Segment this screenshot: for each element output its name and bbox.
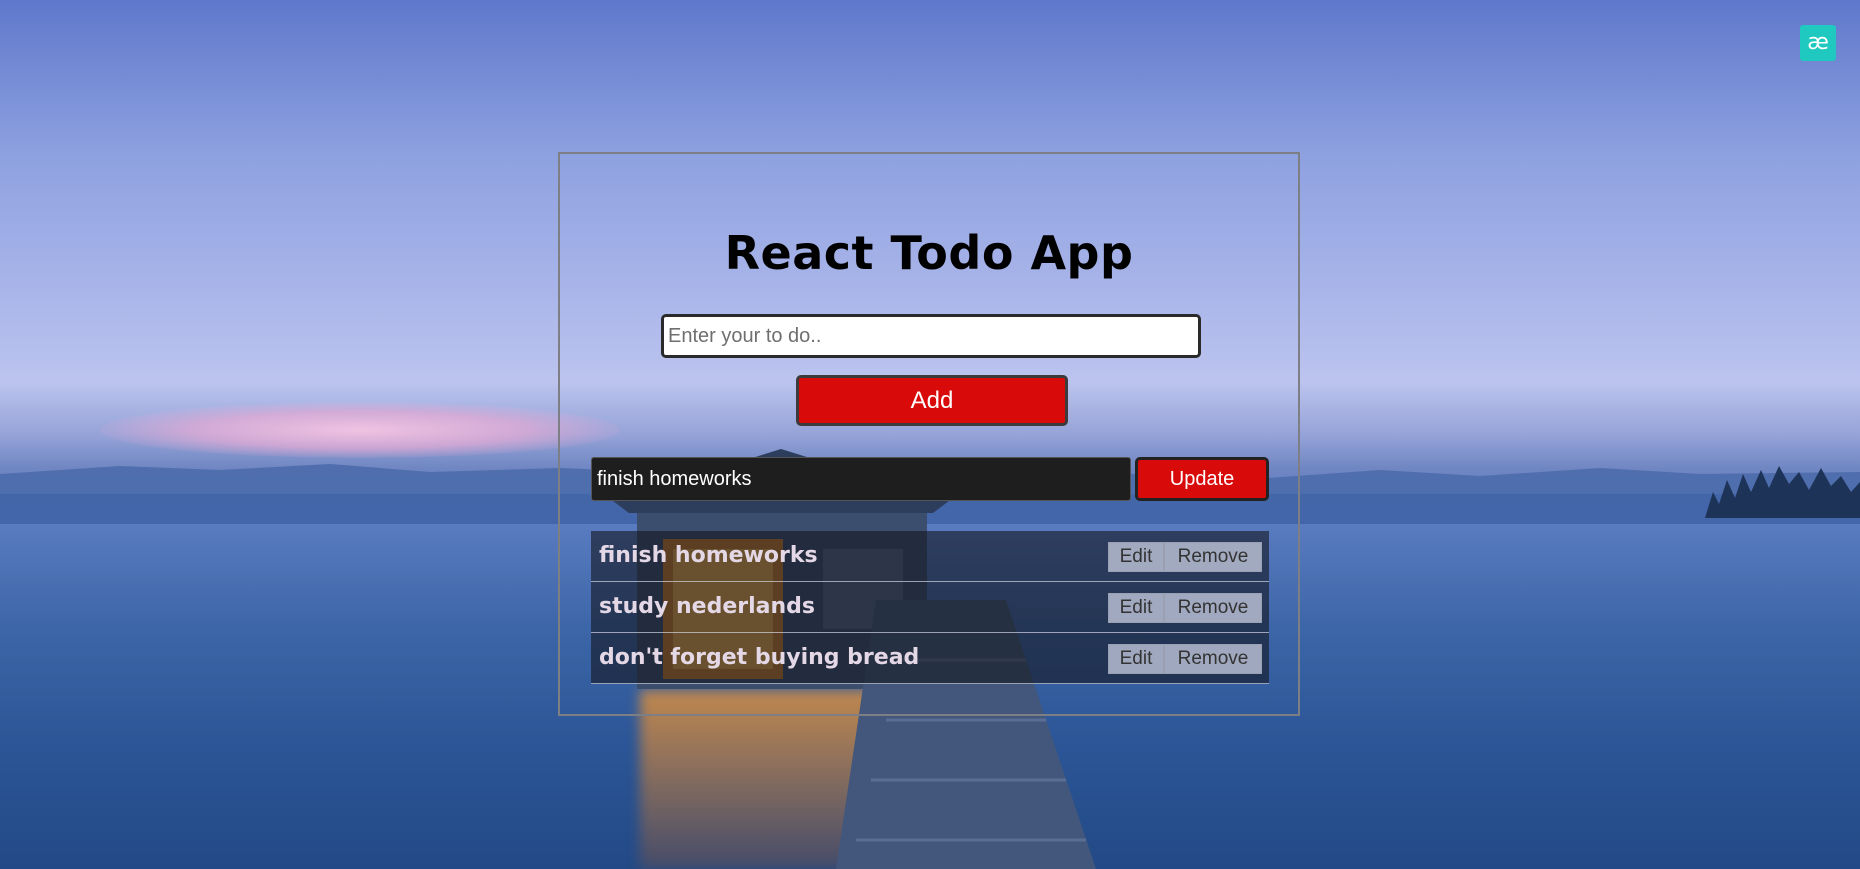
todo-text: don't forget buying bread — [599, 645, 920, 670]
todo-text: finish homeworks — [599, 543, 818, 568]
remove-button[interactable]: Remove — [1164, 644, 1262, 674]
pink-cloud — [100, 402, 620, 458]
remove-button[interactable]: Remove — [1164, 542, 1262, 572]
edit-button[interactable]: Edit — [1108, 542, 1164, 572]
todo-text: study nederlands — [599, 594, 816, 619]
update-button[interactable]: Update — [1135, 457, 1269, 501]
add-button[interactable]: Add — [796, 375, 1068, 426]
todo-item: don't forget buying bread Edit Remove — [591, 633, 1269, 684]
ae-ligature-badge-icon[interactable]: æ — [1800, 25, 1836, 61]
todo-list: finish homeworks Edit Remove study neder… — [591, 531, 1269, 684]
edit-button[interactable]: Edit — [1108, 593, 1164, 623]
todo-actions: Edit Remove — [1108, 593, 1262, 623]
edit-todo-input[interactable] — [591, 457, 1131, 501]
todo-actions: Edit Remove — [1108, 542, 1262, 572]
remove-button[interactable]: Remove — [1164, 593, 1262, 623]
shoreline-trees — [1705, 466, 1860, 518]
todo-app-panel: React Todo App Add Update finish homewor… — [558, 152, 1300, 716]
edit-button[interactable]: Edit — [1108, 644, 1164, 674]
page-title: React Todo App — [724, 226, 1134, 280]
new-todo-input[interactable] — [661, 314, 1201, 358]
todo-item: finish homeworks Edit Remove — [591, 531, 1269, 582]
todo-actions: Edit Remove — [1108, 644, 1262, 674]
todo-item: study nederlands Edit Remove — [591, 582, 1269, 633]
